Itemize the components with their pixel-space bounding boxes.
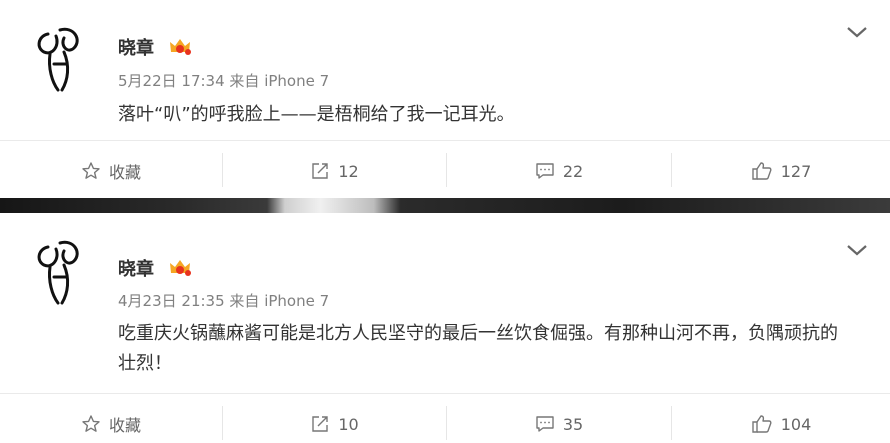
post-time[interactable]: 5月22日 17:34 <box>118 72 225 90</box>
favorite-button[interactable]: 收藏 <box>0 141 222 201</box>
star-icon <box>82 415 100 432</box>
post-text: 吃重庆火锅蘸麻酱可能是北方人民坚守的最后一丝饮食倔强。有那种山河不再，负隅顽抗的… <box>118 323 838 374</box>
repost-button[interactable]: 10 <box>223 394 446 443</box>
like-icon <box>752 415 772 433</box>
action-bar: 收藏 12 22 127 <box>0 140 890 200</box>
repost-count: 12 <box>338 161 359 181</box>
author-name[interactable]: 晓章 <box>118 255 154 281</box>
repost-count: 10 <box>338 414 359 434</box>
comment-icon <box>536 163 554 179</box>
image-strip <box>0 198 890 213</box>
like-icon <box>752 162 772 180</box>
comment-count: 22 <box>562 161 584 181</box>
repost-button[interactable]: 12 <box>223 141 446 201</box>
favorite-label: 收藏 <box>108 416 141 435</box>
comment-button[interactable]: 35 <box>447 394 671 443</box>
like-button[interactable]: 104 <box>672 394 890 443</box>
repost-icon <box>312 416 329 432</box>
repost-icon <box>312 163 329 179</box>
post-source[interactable]: 来自 iPhone 7 <box>229 292 329 310</box>
favorite-button[interactable]: 收藏 <box>0 394 222 443</box>
post-meta: 5月22日 17:34 来自 iPhone 7 <box>118 70 329 91</box>
vip-crown-badge-icon[interactable] <box>168 36 192 56</box>
post-card: 晓章 5月22日 17:34 来自 iPhone 7 落叶“叭”的呼我脸上——是… <box>0 0 890 198</box>
author-name[interactable]: 晓章 <box>118 34 154 60</box>
post-meta: 4月23日 21:35 来自 iPhone 7 <box>118 290 329 311</box>
vip-crown-badge-icon[interactable] <box>168 257 192 277</box>
favorite-label: 收藏 <box>108 163 141 182</box>
post-time[interactable]: 4月23日 21:35 <box>118 292 225 310</box>
weibo-feed: 晓章 5月22日 17:34 来自 iPhone 7 落叶“叭”的呼我脸上——是… <box>0 0 890 443</box>
avatar[interactable] <box>30 237 88 309</box>
action-bar: 收藏 10 35 104 <box>0 393 890 443</box>
like-button[interactable]: 127 <box>672 141 890 201</box>
star-icon <box>82 162 100 179</box>
comment-icon <box>536 416 554 432</box>
chevron-down-icon[interactable] <box>846 243 868 257</box>
like-count: 127 <box>780 161 812 181</box>
post-source[interactable]: 来自 iPhone 7 <box>229 72 329 90</box>
comment-button[interactable]: 22 <box>447 141 671 201</box>
chevron-down-icon[interactable] <box>846 25 868 39</box>
like-count: 104 <box>780 414 812 434</box>
avatar[interactable] <box>30 24 88 96</box>
post-text: 落叶“叭”的呼我脸上——是梧桐给了我一记耳光。 <box>118 104 515 125</box>
post-card: 晓章 4月23日 21:35 来自 iPhone 7 吃重庆火锅蘸麻酱可能是北方… <box>0 213 890 443</box>
comment-count: 35 <box>562 414 584 434</box>
